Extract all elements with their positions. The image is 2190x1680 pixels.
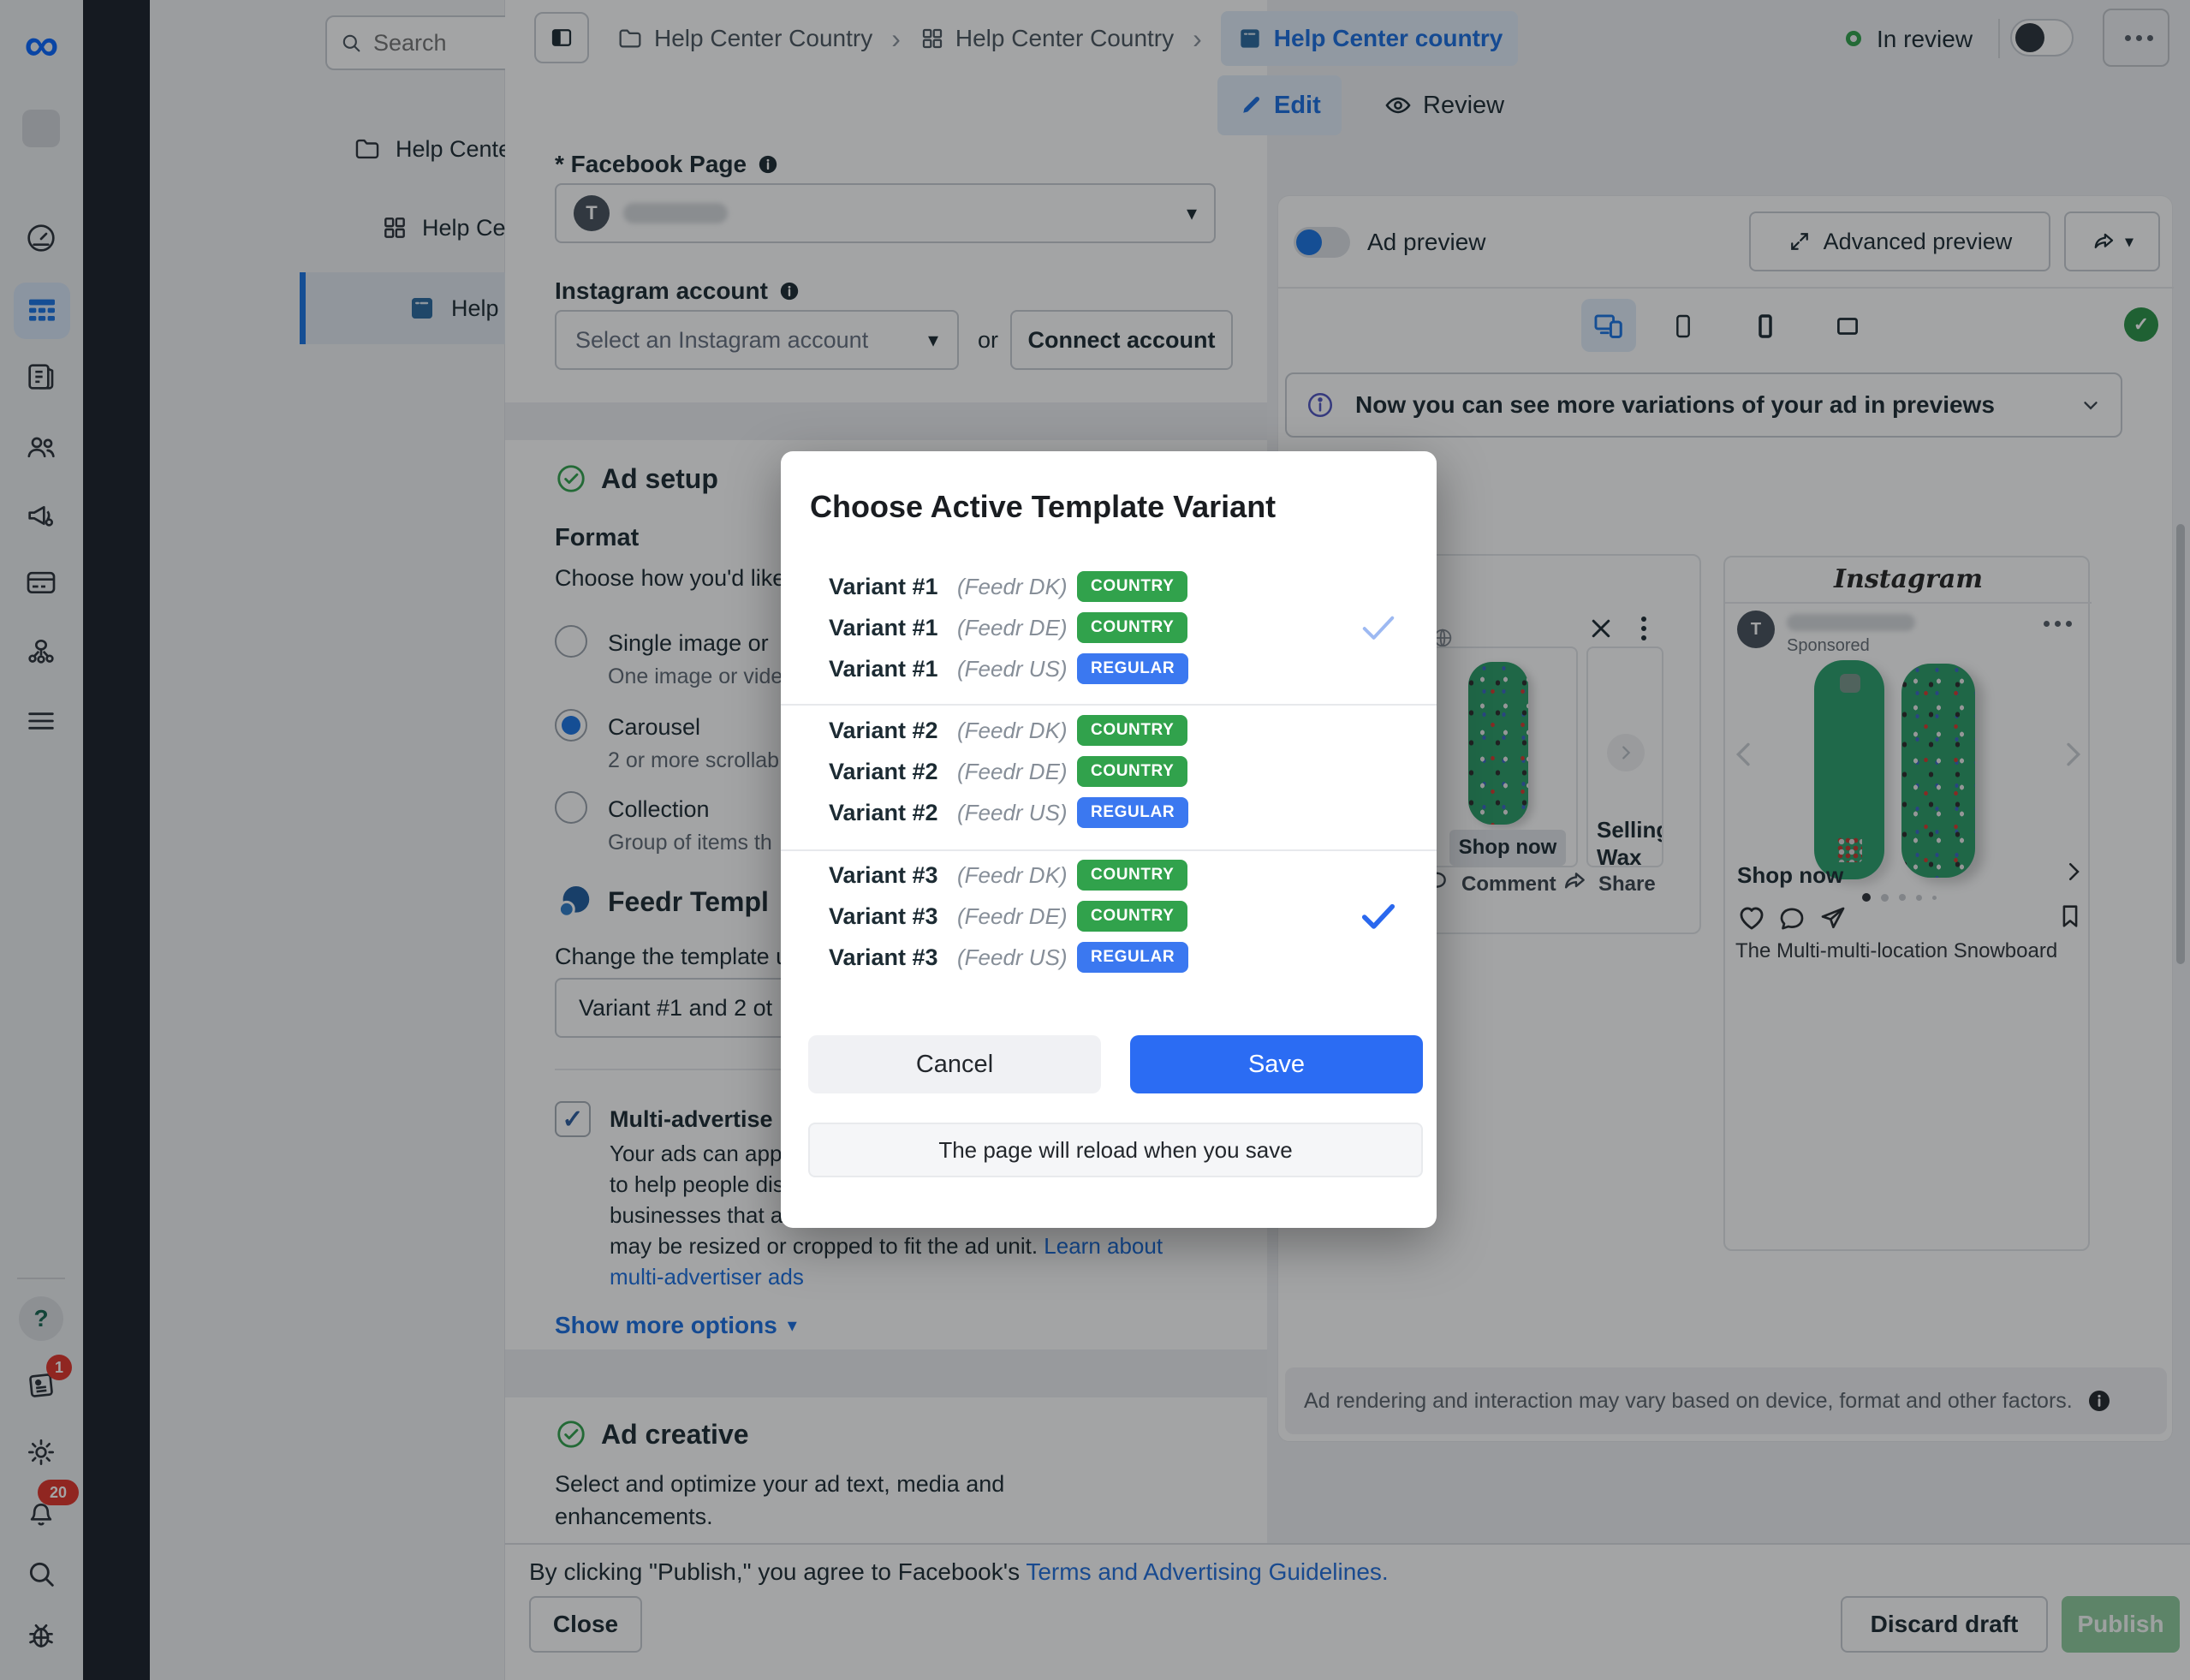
variant-row[interactable]: Variant #2 (Feedr DK) COUNTRY	[829, 712, 1187, 749]
variant-row[interactable]: Variant #1 (Feedr DE) COUNTRY	[829, 609, 1187, 646]
group-divider	[781, 704, 1437, 706]
variant-row[interactable]: Variant #3 (Feedr US) REGULAR	[829, 938, 1188, 976]
variant-row[interactable]: Variant #1 (Feedr DK) COUNTRY	[829, 568, 1187, 605]
ads-manager-page: ∞ ? 1	[0, 0, 2190, 1680]
variant-row[interactable]: Variant #1 (Feedr US) REGULAR	[829, 650, 1188, 688]
save-button[interactable]: Save	[1130, 1035, 1423, 1093]
selected-check-icon	[1356, 894, 1401, 938]
cancel-button[interactable]: Cancel	[808, 1035, 1101, 1093]
variant-row[interactable]: Variant #3 (Feedr DK) COUNTRY	[829, 856, 1187, 894]
selected-check-icon	[1356, 605, 1401, 650]
group-divider	[781, 849, 1437, 851]
variant-row[interactable]: Variant #2 (Feedr US) REGULAR	[829, 794, 1188, 831]
reload-notice: The page will reload when you save	[808, 1123, 1423, 1177]
choose-variant-modal: Choose Active Template Variant Variant #…	[781, 451, 1437, 1228]
variant-row[interactable]: Variant #3 (Feedr DE) COUNTRY	[829, 897, 1187, 935]
modal-title: Choose Active Template Variant	[810, 489, 1276, 525]
variant-row[interactable]: Variant #2 (Feedr DE) COUNTRY	[829, 753, 1187, 790]
